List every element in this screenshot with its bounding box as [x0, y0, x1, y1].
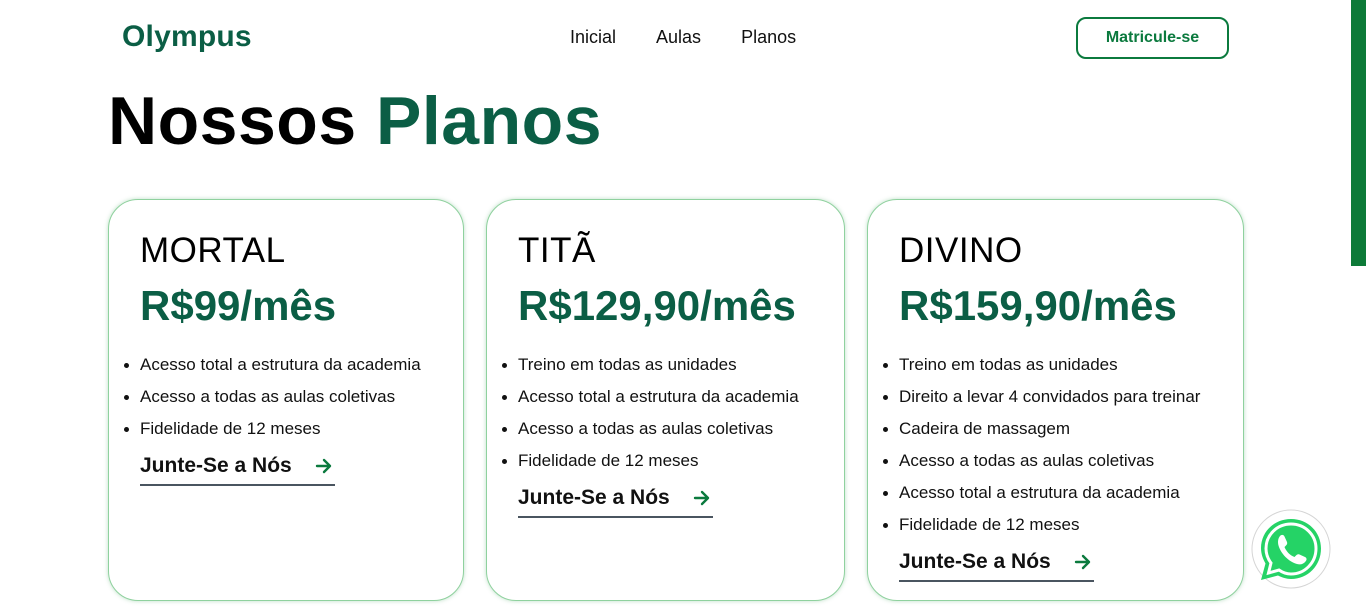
plan-feature: Acesso a todas as aulas coletivas [124, 381, 421, 413]
plan-feature: Fidelidade de 12 meses [124, 413, 421, 445]
plan-feature: Direito a levar 4 convidados para treina… [882, 381, 1200, 413]
join-button[interactable]: Junte-Se a Nós [899, 548, 1094, 582]
plan-feature: Treino em todas as unidades [502, 349, 799, 381]
main-nav: Inicial Aulas Planos [570, 27, 796, 48]
plan-price: R$129,90/mês [518, 282, 796, 329]
plan-card-mortal: MORTAL R$99/mês Acesso total a estrutura… [108, 199, 464, 601]
plan-feature: Acesso total a estrutura da academia [502, 381, 799, 413]
plan-feature: Fidelidade de 12 meses [882, 509, 1200, 541]
plan-features: Treino em todas as unidades Direito a le… [882, 349, 1200, 541]
join-button-label: Junte-Se a Nós [899, 550, 1051, 573]
page-title-main: Nossos [108, 83, 357, 159]
plan-price: R$99/mês [140, 282, 337, 329]
plan-feature: Acesso total a estrutura da academia [124, 349, 421, 381]
arrow-right-icon [315, 458, 332, 474]
plan-feature: Acesso a todas as aulas coletivas [502, 413, 799, 445]
plan-card-tita: TITÃ R$129,90/mês Treino em todas as uni… [486, 199, 845, 601]
enroll-button[interactable]: Matricule-se [1076, 17, 1229, 59]
plan-feature: Treino em todas as unidades [882, 349, 1200, 381]
nav-link-inicial[interactable]: Inicial [570, 27, 616, 48]
plan-feature: Cadeira de massagem [882, 413, 1200, 445]
join-button[interactable]: Junte-Se a Nós [518, 484, 713, 518]
plan-card-divino: DIVINO R$159,90/mês Treino em todas as u… [867, 199, 1244, 601]
arrow-right-icon [693, 490, 710, 506]
arrow-right-icon [1074, 554, 1091, 570]
nav-link-planos[interactable]: Planos [741, 27, 796, 48]
join-button-label: Junte-Se a Nós [140, 454, 292, 477]
plan-price: R$159,90/mês [899, 282, 1177, 329]
join-button-label: Junte-Se a Nós [518, 486, 670, 509]
scrollbar-thumb[interactable] [1351, 0, 1366, 266]
join-button[interactable]: Junte-Se a Nós [140, 452, 335, 486]
plan-feature: Acesso a todas as aulas coletivas [882, 445, 1200, 477]
plan-name: MORTAL [140, 231, 286, 270]
page-title: Nossos Planos [108, 82, 602, 160]
whatsapp-icon[interactable] [1250, 509, 1332, 591]
page-title-accent: Planos [376, 83, 603, 159]
plan-features: Treino em todas as unidades Acesso total… [502, 349, 799, 477]
plan-name: DIVINO [899, 231, 1023, 270]
plan-feature: Acesso total a estrutura da academia [882, 477, 1200, 509]
plan-name: TITÃ [518, 231, 596, 270]
plan-features: Acesso total a estrutura da academia Ace… [124, 349, 421, 445]
plan-feature: Fidelidade de 12 meses [502, 445, 799, 477]
logo[interactable]: Olympus [122, 20, 252, 54]
site-header: Olympus Inicial Aulas Planos Matricule-s… [0, 0, 1366, 76]
nav-link-aulas[interactable]: Aulas [656, 27, 701, 48]
